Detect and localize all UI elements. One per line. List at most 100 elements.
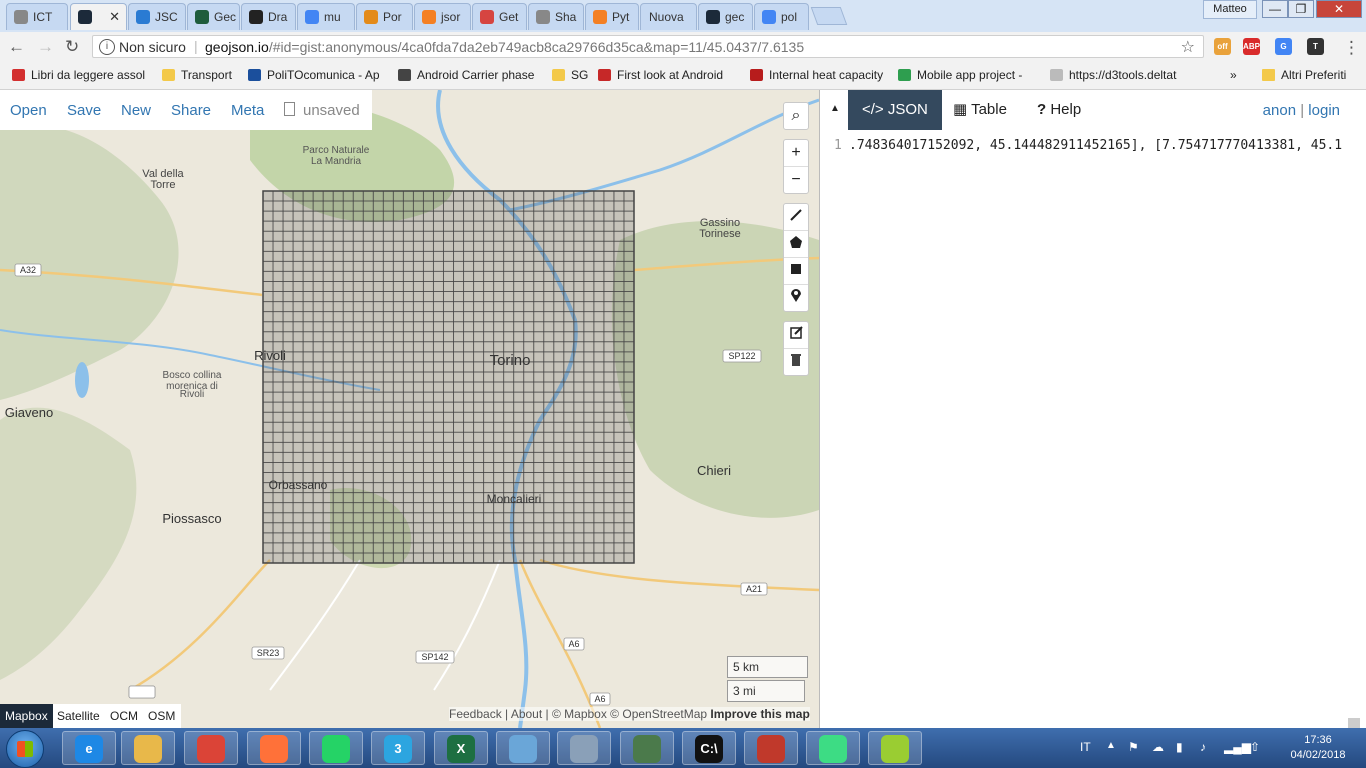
close-window-button[interactable]: ✕	[1316, 0, 1362, 18]
browser-tab[interactable]: mu	[297, 3, 355, 30]
network-signal-icon[interactable]: ▂▄▆	[1224, 740, 1251, 754]
browser-tab[interactable]: ICT	[6, 3, 68, 30]
json-line[interactable]: .748364017152092, 45.144482911452165], […	[849, 138, 1342, 153]
profile-button[interactable]: Matteo	[1203, 0, 1257, 19]
save-menu-item[interactable]: Save	[67, 102, 101, 119]
info-icon[interactable]: i	[99, 39, 115, 55]
grid-polygon[interactable]	[262, 190, 635, 564]
browser-tab[interactable]: ✕	[70, 3, 127, 30]
meta-menu-item[interactable]: Meta	[231, 102, 264, 119]
login-link[interactable]: login	[1308, 102, 1340, 119]
browser-tab[interactable]: JSC	[128, 3, 186, 30]
layer-option[interactable]: Mapbox	[0, 704, 53, 728]
taskbar-app[interactable]	[744, 731, 798, 765]
action-center-flag-icon[interactable]: ⚑	[1128, 740, 1139, 754]
bookmark-item[interactable]: First look at Android	[598, 68, 723, 82]
bookmark-item[interactable]: PoliTOcomunica - Ap	[248, 68, 380, 82]
layer-option[interactable]: OCM	[105, 704, 143, 728]
bookmark-item[interactable]: SG	[552, 68, 588, 82]
improve-map-link[interactable]: Improve this map	[710, 707, 809, 721]
tab-help[interactable]: ? Help	[1037, 90, 1081, 130]
new-tab-button[interactable]	[810, 7, 848, 25]
line-tool-icon[interactable]	[784, 204, 808, 231]
browser-tab[interactable]: gec	[698, 3, 753, 30]
tab-json[interactable]: </> JSON	[848, 90, 942, 130]
about-link[interactable]: About	[511, 707, 542, 721]
bookmark-item[interactable]: Mobile app project -	[898, 68, 1022, 82]
taskbar-app[interactable]	[806, 731, 860, 765]
polygon-tool-icon[interactable]	[784, 231, 808, 258]
t-extension[interactable]: T	[1307, 38, 1324, 55]
chrome-menu-icon[interactable]: ⋮	[1343, 38, 1360, 58]
clock[interactable]: 17:36 04/02/2018	[1287, 733, 1349, 763]
taskbar-app[interactable]	[121, 731, 175, 765]
volume-muted-icon[interactable]: ♪	[1200, 740, 1206, 754]
anon-link[interactable]: anon	[1263, 102, 1296, 119]
abp-extension[interactable]: ABP	[1243, 38, 1260, 55]
taskbar-app[interactable]	[247, 731, 301, 765]
taskbar-app[interactable]: X	[434, 731, 488, 765]
back-arrow-icon[interactable]: ←	[8, 37, 25, 57]
browser-tab[interactable]: Nuova	[640, 3, 697, 30]
trash-icon[interactable]	[784, 349, 808, 375]
bookmarks-more-button[interactable]: »	[1230, 68, 1237, 82]
browser-tab[interactable]: Pyt	[585, 3, 639, 30]
close-tab-icon[interactable]: ✕	[109, 9, 120, 25]
browser-tab[interactable]: Sha	[528, 3, 584, 30]
taskbar-app[interactable]: e	[62, 731, 116, 765]
url-field[interactable]: i Non sicuro | geojson.io/#id=gist:anony…	[92, 35, 1204, 58]
new-menu-item[interactable]: New	[121, 102, 151, 119]
taskbar-app[interactable]	[184, 731, 238, 765]
taskbar-app[interactable]: C:\	[682, 731, 736, 765]
taskbar-app[interactable]	[868, 731, 922, 765]
language-indicator[interactable]: IT	[1080, 740, 1091, 754]
other-bookmarks-folder[interactable]: Altri Preferiti	[1262, 68, 1346, 82]
zoom-in-button[interactable]: +	[784, 140, 808, 167]
maximize-button[interactable]: ❐	[1288, 0, 1314, 18]
minimize-button[interactable]: —	[1262, 0, 1288, 18]
taskbar-app[interactable]: 3	[371, 731, 425, 765]
bookmark-item[interactable]: Internal heat capacity	[750, 68, 883, 82]
bookmark-item[interactable]: Android Carrier phase	[398, 68, 534, 82]
forward-arrow-icon[interactable]: →	[37, 37, 54, 57]
layer-option[interactable]: Satellite	[52, 704, 105, 728]
bookmark-item[interactable]: Transport	[162, 68, 232, 82]
browser-tab[interactable]: Get	[472, 3, 527, 30]
reload-icon[interactable]: ↻	[65, 37, 79, 57]
share-menu-item[interactable]: Share	[171, 102, 211, 119]
zoom-out-button[interactable]: −	[784, 167, 808, 193]
edit-icon[interactable]	[784, 322, 808, 349]
editor-scrollbar[interactable]	[1348, 718, 1360, 728]
bookmark-item[interactable]: Libri da leggere assol	[12, 68, 145, 82]
translate-extension[interactable]: G	[1275, 38, 1292, 55]
browser-tab[interactable]: pol	[754, 3, 809, 30]
open-menu-item[interactable]: Open	[10, 102, 47, 119]
bookmark-star-icon[interactable]: ☆	[1181, 37, 1195, 57]
search-icon[interactable]: ⌕	[784, 103, 808, 129]
map-canvas[interactable]: Parco NaturaleLa MandriaVal dellaTorreA3…	[0, 90, 819, 728]
map-view[interactable]: Parco Naturale La Mandria Val della Torre A3…	[0, 90, 819, 728]
onedrive-icon[interactable]: ☁	[1152, 740, 1164, 754]
taskbar-app[interactable]	[557, 731, 611, 765]
tab-table[interactable]: ▦ Table	[953, 90, 1007, 130]
taskbar-app[interactable]	[620, 731, 674, 765]
browser-tab[interactable]: jsor	[414, 3, 471, 30]
tray-expand-icon[interactable]: ▲	[1106, 740, 1116, 751]
marker-tool-icon[interactable]	[784, 285, 808, 311]
feedback-link[interactable]: Feedback	[449, 707, 502, 721]
taskbar-app[interactable]	[309, 731, 363, 765]
layer-option[interactable]: OSM	[143, 704, 180, 728]
off-extension[interactable]: off	[1214, 38, 1231, 55]
rectangle-tool-icon[interactable]	[784, 258, 808, 285]
browser-tab[interactable]: Dra	[241, 3, 296, 30]
json-editor[interactable]: 1 .748364017152092, 45.144482911452165],…	[820, 130, 1366, 728]
bookmark-item[interactable]: https://d3tools.deltat	[1050, 68, 1176, 82]
upload-icon[interactable]: ⇧	[1250, 740, 1260, 754]
browser-tab[interactable]: Por	[356, 3, 413, 30]
battery-icon[interactable]: ▮	[1176, 740, 1183, 754]
geojson-grid[interactable]	[262, 190, 635, 564]
browser-tab[interactable]: Gec	[187, 3, 240, 30]
collapse-panel-icon[interactable]: ▲	[830, 103, 840, 114]
taskbar-app[interactable]	[496, 731, 550, 765]
start-button[interactable]	[6, 730, 44, 768]
